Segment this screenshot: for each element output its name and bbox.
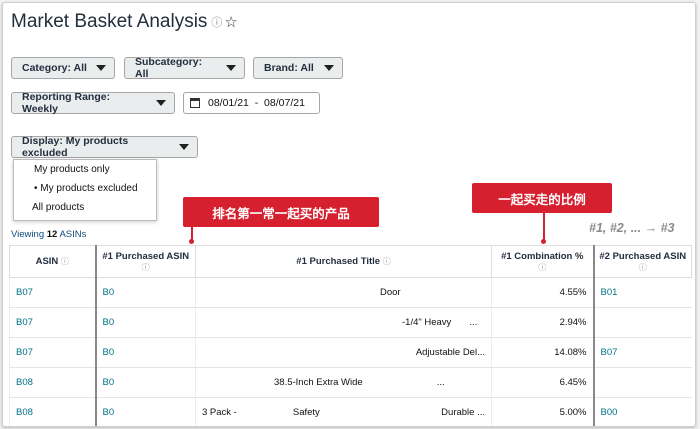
table-row: B07 B0 Door 4.55% B01 (9, 277, 692, 308)
info-icon: ⓘ (538, 262, 547, 272)
viewing-number: 12 (46, 229, 58, 240)
p1-title-a: Adjustable Del... (415, 347, 485, 358)
chevron-down-icon (324, 65, 334, 71)
combination-cell: 5.00% (491, 397, 594, 426)
next-columns-annotation: #1, #2, ... → #3 (589, 221, 675, 235)
table-row: B07 B0 -1/4" Heavy... 2.94% (9, 307, 692, 338)
category-dropdown-label: Category: All (22, 62, 87, 74)
reporting-range-label: Reporting Range: Weekly (22, 91, 111, 115)
callout-right-pointer (543, 213, 545, 241)
p2-asin-link[interactable]: B01 (592, 277, 692, 308)
p1-title-b: ... (436, 377, 445, 388)
p1-title-a: 3 Pack - (202, 407, 237, 418)
display-dropdown-label: Display: My products excluded (22, 135, 129, 159)
table-row: B08 B0 38.5-Inch Extra Wide... 6.45% (9, 367, 692, 398)
display-option-my-only[interactable]: My products only (14, 160, 156, 179)
col-header-p1-title[interactable]: #1 Purchased Title ⓘ (195, 245, 492, 278)
p2-asin-link[interactable] (592, 367, 692, 398)
col-header-p1-asin[interactable]: #1 Purchased ASIN ⓘ (94, 245, 196, 278)
results-table: ASIN ⓘ #1 Purchased ASIN ⓘ #1 Purchased T… (9, 245, 692, 426)
subcategory-dropdown-label: Subcategory: All (135, 56, 203, 80)
info-icon: ⓘ (60, 257, 69, 266)
info-icon: ⓘ (638, 262, 647, 272)
p1-title-cell: 3 Pack - Safety Durable ... (195, 397, 492, 426)
category-dropdown[interactable]: Category: All (11, 57, 115, 79)
asin-link[interactable]: B08 (9, 367, 96, 398)
p1-title-a: Door (380, 287, 401, 298)
asin-link[interactable]: B07 (9, 307, 96, 338)
table-row: B07 B0 Adjustable Del... 14.08% B07 (9, 337, 692, 368)
display-option-all[interactable]: All products (14, 198, 156, 217)
p1-asin-link[interactable]: B0 (94, 397, 196, 426)
callout-combination-ratio-text: 一起买走的比例 (498, 192, 586, 207)
callout-left-dot (189, 239, 194, 244)
p1-asin-link[interactable]: B0 (94, 367, 196, 398)
combination-cell: 4.55% (491, 277, 594, 308)
callout-top-purchased: 排名第一常一起买的产品 (183, 197, 379, 227)
table-row: B08 B0 3 Pack - Safety Durable ... 5.00% B… (9, 397, 692, 426)
table-header-row: ASIN ⓘ #1 Purchased ASIN ⓘ #1 Purchased T… (9, 245, 692, 278)
chevron-down-icon (179, 144, 189, 150)
p1-title-b: ... (469, 317, 478, 328)
info-icon: ⓘ (382, 257, 391, 266)
p1-title-b: Safety (292, 407, 320, 418)
viewing-suffix: ASINs (57, 229, 87, 240)
col-header-asin[interactable]: ASIN ⓘ (9, 245, 96, 278)
brand-dropdown[interactable]: Brand: All (253, 57, 343, 79)
viewing-count: Viewing 12 ASINs (11, 229, 86, 240)
combination-cell: 6.45% (491, 367, 594, 398)
asin-link[interactable]: B07 (9, 337, 96, 368)
date-range-picker[interactable]: 08/01/21 - 08/07/21 (183, 92, 320, 114)
p1-title-cell: 38.5-Inch Extra Wide... (195, 367, 492, 398)
info-icon[interactable]: ⓘ (211, 17, 222, 29)
p1-title-cell: Adjustable Del... (195, 337, 492, 368)
combination-cell: 14.08% (491, 337, 594, 368)
chevron-down-icon (226, 65, 236, 71)
asin-link[interactable]: B07 (9, 277, 96, 308)
callout-combination-ratio: 一起买走的比例 (472, 183, 612, 213)
brand-dropdown-label: Brand: All (264, 62, 314, 74)
page-title: Market Basket Analysis ⓘ ☆ (11, 11, 238, 33)
p1-title-c: Durable ... (441, 407, 485, 418)
p2-asin-link[interactable]: B07 (592, 337, 692, 368)
info-icon: ⓘ (141, 262, 150, 272)
chevron-down-icon (156, 100, 166, 106)
asin-link[interactable]: B08 (9, 397, 96, 426)
display-dropdown[interactable]: Display: My products excluded (11, 135, 198, 159)
calendar-icon (190, 98, 200, 108)
star-icon[interactable]: ☆ (224, 14, 237, 31)
app-frame: Market Basket Analysis ⓘ ☆ Category: All S… (2, 2, 696, 427)
display-options-menu: My products only • My products excluded … (13, 159, 157, 221)
page-title-text: Market Basket Analysis (11, 11, 208, 32)
p1-asin-link[interactable]: B0 (94, 277, 196, 308)
callout-right-dot (541, 239, 546, 244)
p1-title-cell: Door (195, 277, 492, 308)
col-header-combination[interactable]: #1 Combination % ⓘ (491, 245, 594, 278)
combination-cell: 2.94% (491, 307, 594, 338)
callout-top-purchased-text: 排名第一常一起买的产品 (212, 206, 350, 221)
col-header-p2-asin[interactable]: #2 Purchased ASIN ⓘ (592, 245, 692, 278)
p1-title-a: 38.5-Inch Extra Wide (274, 377, 363, 388)
display-option-excluded[interactable]: • My products excluded (14, 179, 156, 198)
chevron-down-icon (96, 65, 106, 71)
p1-title-cell: -1/4" Heavy... (195, 307, 492, 338)
date-range-text: 08/01/21 - 08/07/21 (208, 97, 305, 109)
p1-asin-link[interactable]: B0 (94, 337, 196, 368)
p1-title-a: -1/4" Heavy (402, 317, 452, 328)
p1-asin-link[interactable]: B0 (94, 307, 196, 338)
subcategory-dropdown[interactable]: Subcategory: All (124, 56, 245, 80)
p2-asin-link[interactable]: B00 (592, 397, 692, 426)
p2-asin-link[interactable] (592, 307, 692, 338)
reporting-range-dropdown[interactable]: Reporting Range: Weekly (11, 91, 175, 115)
viewing-prefix: Viewing (11, 229, 47, 240)
